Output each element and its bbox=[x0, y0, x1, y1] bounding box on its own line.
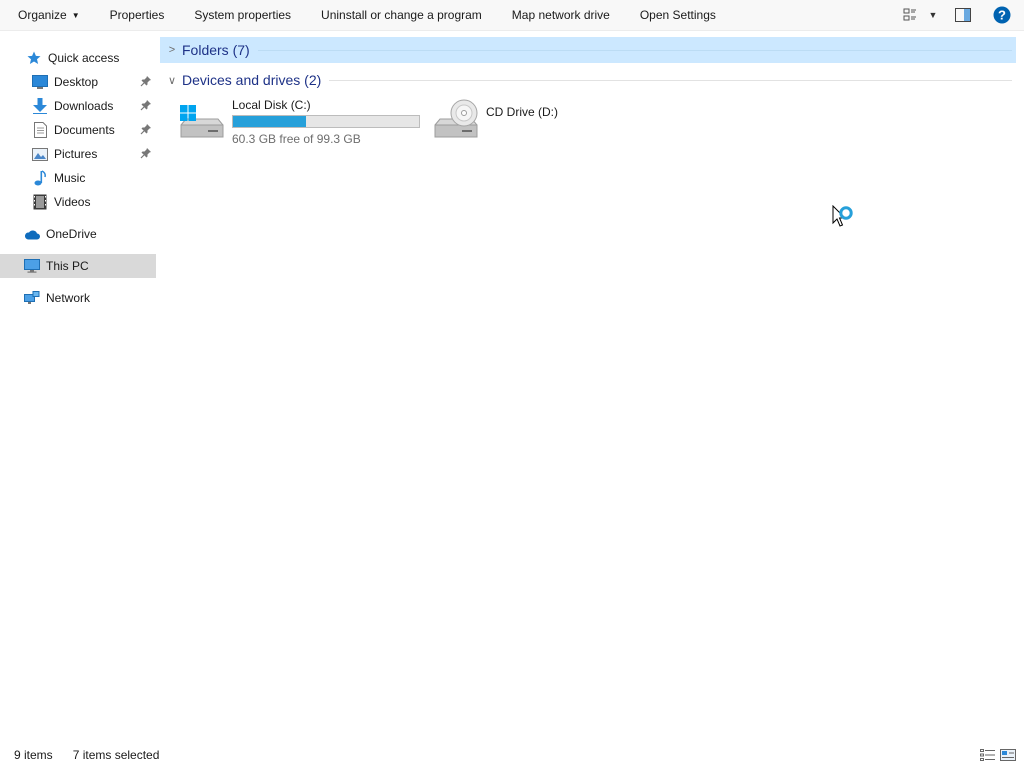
content-pane: > Folders (7) ∨ Devices and drives (2) L… bbox=[160, 31, 1024, 739]
command-bar: Organize ▼ Properties System properties … bbox=[0, 0, 1024, 31]
nav-item-onedrive[interactable]: OneDrive bbox=[0, 222, 156, 246]
nav-label: This PC bbox=[46, 259, 89, 273]
disk-usage-bar bbox=[232, 115, 420, 128]
navigation-pane: Quick access Desktop Downloads Documents bbox=[0, 31, 160, 739]
status-bar: 9 items 7 items selected bbox=[0, 742, 1024, 768]
open-settings-label: Open Settings bbox=[639, 8, 716, 22]
drive-item-d[interactable]: CD Drive (D:) bbox=[432, 97, 558, 143]
map-network-drive-label: Map network drive bbox=[511, 8, 610, 22]
group-header-devices[interactable]: ∨ Devices and drives (2) bbox=[160, 67, 1016, 93]
cloud-icon bbox=[24, 226, 40, 242]
nav-item-network[interactable]: Network bbox=[0, 286, 156, 310]
drive-name: CD Drive (D:) bbox=[486, 105, 558, 119]
nav-label: Music bbox=[54, 171, 86, 185]
system-properties-button[interactable]: System properties bbox=[179, 0, 306, 30]
cd-drive-icon bbox=[432, 97, 478, 143]
organize-label: Organize bbox=[18, 8, 67, 22]
uninstall-label: Uninstall or change a program bbox=[321, 8, 482, 22]
windows-drive-icon bbox=[178, 97, 224, 143]
command-bar-right: ▼ ? bbox=[898, 0, 1024, 30]
nav-label: Videos bbox=[54, 195, 91, 209]
pin-icon bbox=[140, 99, 152, 111]
pin-icon bbox=[140, 123, 152, 135]
drive-name: Local Disk (C:) bbox=[232, 98, 311, 112]
star-icon bbox=[26, 50, 42, 66]
nav-item-pictures[interactable]: Pictures bbox=[0, 142, 156, 166]
chevron-down-icon: ∨ bbox=[167, 74, 177, 87]
uninstall-program-button[interactable]: Uninstall or change a program bbox=[306, 0, 497, 30]
pin-icon bbox=[140, 147, 152, 159]
network-icon bbox=[24, 290, 40, 306]
nav-quick-access[interactable]: Quick access bbox=[0, 46, 156, 70]
organize-button[interactable]: Organize ▼ bbox=[0, 0, 95, 30]
item-count: 9 items bbox=[14, 748, 53, 762]
drive-item-c[interactable]: Local Disk (C:) 60.3 GB free of 99.3 GB bbox=[178, 97, 420, 146]
nav-item-videos[interactable]: Videos bbox=[0, 190, 156, 214]
help-icon[interactable]: ? bbox=[980, 0, 1024, 30]
nav-item-desktop[interactable]: Desktop bbox=[0, 70, 156, 94]
computer-icon bbox=[24, 258, 40, 274]
chevron-down-icon: ▼ bbox=[71, 10, 80, 20]
downloads-icon bbox=[32, 98, 48, 114]
system-properties-label: System properties bbox=[194, 8, 292, 22]
group-label: Devices and drives (2) bbox=[182, 72, 322, 88]
svg-text:?: ? bbox=[998, 8, 1006, 23]
large-icons-view-icon[interactable] bbox=[998, 746, 1018, 764]
selected-count: 7 items selected bbox=[72, 748, 160, 762]
desktop-icon bbox=[32, 74, 48, 90]
group-label: Folders (7) bbox=[182, 42, 250, 58]
disk-usage-fill bbox=[233, 116, 306, 127]
divider bbox=[329, 79, 1012, 81]
nav-item-downloads[interactable]: Downloads bbox=[0, 94, 156, 118]
drive-details: CD Drive (D:) bbox=[486, 97, 558, 143]
nav-label: Documents bbox=[54, 123, 115, 137]
divider bbox=[257, 49, 1012, 51]
pictures-icon bbox=[32, 146, 48, 162]
nav-item-music[interactable]: Music bbox=[0, 166, 156, 190]
properties-label: Properties bbox=[109, 8, 165, 22]
details-view-icon[interactable] bbox=[978, 746, 998, 764]
nav-label: OneDrive bbox=[46, 227, 97, 241]
change-view-icon[interactable] bbox=[898, 0, 922, 30]
nav-label: Network bbox=[46, 291, 91, 305]
music-icon bbox=[32, 170, 48, 186]
open-settings-button[interactable]: Open Settings bbox=[625, 0, 731, 30]
drive-free-space: 60.3 GB free of 99.3 GB bbox=[232, 132, 361, 146]
nav-label: Pictures bbox=[54, 147, 98, 161]
view-options-dropdown-icon[interactable]: ▼ bbox=[922, 0, 944, 30]
nav-label: Quick access bbox=[48, 51, 120, 65]
nav-item-this-pc[interactable]: This PC bbox=[0, 254, 156, 278]
busy-cursor-icon bbox=[832, 204, 858, 233]
preview-pane-icon[interactable] bbox=[946, 0, 980, 30]
videos-icon bbox=[32, 194, 48, 210]
view-switcher bbox=[978, 746, 1018, 764]
nav-label: Downloads bbox=[54, 99, 114, 113]
nav-item-documents[interactable]: Documents bbox=[0, 118, 156, 142]
drive-details: Local Disk (C:) 60.3 GB free of 99.3 GB bbox=[232, 97, 420, 146]
documents-icon bbox=[32, 122, 48, 138]
pin-icon bbox=[140, 75, 152, 87]
properties-button[interactable]: Properties bbox=[95, 0, 180, 30]
chevron-right-icon: > bbox=[168, 44, 176, 56]
group-header-folders[interactable]: > Folders (7) bbox=[160, 37, 1016, 63]
map-network-drive-button[interactable]: Map network drive bbox=[497, 0, 625, 30]
nav-label: Desktop bbox=[54, 75, 99, 89]
